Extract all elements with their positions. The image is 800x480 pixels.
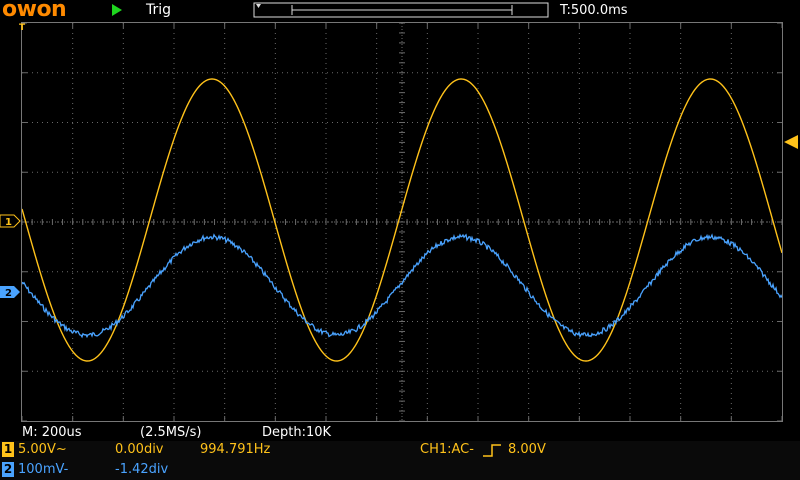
memory-depth: Depth:10K xyxy=(262,425,332,440)
ch1-level-marker[interactable]: 1 xyxy=(0,214,22,228)
ch2-info-row[interactable]: 2 100mV- -1.42div xyxy=(0,461,800,479)
horizontal-timebase: M: 200us xyxy=(22,425,82,440)
ch1-scale: 5.00V~ xyxy=(18,442,67,457)
trigger-source: CH1:AC- xyxy=(420,442,474,457)
channel-info-panel: 1 5.00V~ 0.00div 994.791Hz CH1:AC- 8.00V… xyxy=(0,441,800,480)
trigger-level: 8.00V xyxy=(508,442,546,457)
sample-rate: (2.5MS/s) xyxy=(140,425,202,440)
ch2-badge[interactable]: 2 xyxy=(2,462,14,477)
trigger-position-marker: T xyxy=(19,23,26,33)
trigger-status: Trig xyxy=(146,2,172,18)
ch2-scale: 100mV- xyxy=(18,462,69,477)
timebase-readout: T:500.0ms xyxy=(560,3,628,18)
ch2-marker-label: 2 xyxy=(5,288,12,299)
ch1-offset: 0.00div xyxy=(115,442,164,457)
rising-edge-icon xyxy=(483,444,501,457)
ch2-offset: -1.42div xyxy=(115,462,169,477)
acquisition-status: M: 200us (2.5MS/s) Depth:10K xyxy=(0,423,800,441)
play-icon[interactable] xyxy=(112,4,122,16)
ch1-marker-label: 1 xyxy=(5,217,12,228)
brand-logo: owon xyxy=(2,0,67,22)
ch1-frequency: 994.791Hz xyxy=(200,442,271,457)
ch1-waveform xyxy=(22,78,782,362)
ch1-info-row[interactable]: 1 5.00V~ 0.00div 994.791Hz CH1:AC- 8.00V xyxy=(0,441,800,459)
top-bar: owon Trig T:500.0ms xyxy=(0,0,800,22)
waveform-canvas xyxy=(22,23,782,421)
ch2-level-marker[interactable]: 2 xyxy=(0,285,22,299)
waveform-display[interactable] xyxy=(21,22,783,422)
ch1-badge[interactable]: 1 xyxy=(2,442,14,457)
memory-position-bar[interactable] xyxy=(252,2,550,18)
trigger-level-marker[interactable] xyxy=(784,135,800,149)
